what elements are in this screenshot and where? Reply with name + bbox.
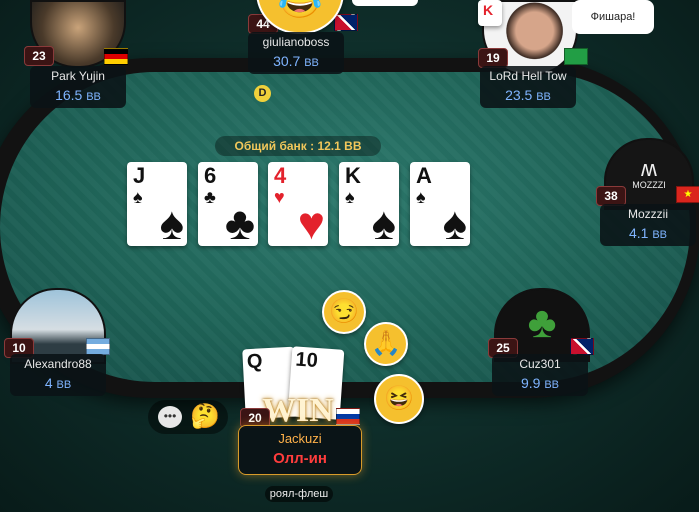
board-card-5: A ♠ ♠ [410, 162, 470, 249]
uk-flag-icon [334, 14, 358, 31]
player-name: Mozzzii [627, 207, 668, 221]
uk-flag-icon [570, 338, 594, 355]
player-name: Alexandro88 [24, 357, 92, 371]
level-badge: 23 [24, 46, 54, 66]
player-plate: giulianoboss 30.7 BB [248, 32, 344, 74]
player-stack: 16.5 BB [55, 87, 101, 103]
logo-icon: ʍ [641, 156, 657, 181]
card-suit-icon: ♠ [416, 187, 426, 207]
level-badge: 19 [478, 48, 508, 68]
card-rank: A [416, 163, 432, 188]
card-rank: 4 [274, 163, 287, 188]
player-plate: Park Yujin 16.5 BB [30, 66, 126, 108]
vietnam-flag-icon: ★ [676, 186, 699, 203]
player-plate: Cuz301 9.9 BB [492, 354, 588, 396]
player-plate: Alexandro88 4 BB [10, 354, 106, 396]
player-plate: Mozzzii 4.1 BB [600, 204, 696, 246]
smirk-emoji-icon: 😏 [322, 290, 366, 334]
player-name: giulianoboss [262, 35, 330, 49]
player-name: Park Yujin [51, 69, 105, 83]
pot-label: Общий банк : 12.1 BB [215, 136, 381, 156]
level-badge: 38 [596, 186, 626, 206]
spade-icon: ♠ [442, 197, 467, 249]
spade-icon: ♠ [371, 197, 396, 249]
card-suit-icon: ♣ [204, 187, 216, 207]
card-rank: J [133, 163, 146, 188]
player-stack: 30.7 BB [273, 53, 319, 69]
card-rank: 10 [294, 348, 319, 373]
chat-icon: ••• [158, 406, 182, 428]
grinning-emoji-icon: 😆 [374, 374, 424, 424]
dealer-button: D [254, 85, 271, 102]
heart-icon: ♥ [297, 197, 325, 249]
player-plate: LoRd Hell Tow 23.5 BB [480, 66, 576, 108]
board-card-3: 4 ♥ ♥ [268, 162, 328, 249]
player-stack: 4 BB [44, 375, 72, 391]
spade-icon: ♠ [159, 197, 184, 249]
player-stack: 9.9 BB [520, 375, 560, 391]
hero-name: Jackuzi [278, 431, 322, 446]
club-icon: ♣ [224, 197, 255, 249]
card-back: K [478, 0, 502, 26]
hero-status: Олл-ин [273, 450, 327, 467]
speech-bubble [352, 0, 418, 6]
board-card-4: K ♠ ♠ [339, 162, 399, 249]
brazil-flag-icon [564, 48, 588, 65]
thinking-emoji-icon: 🤔 [190, 403, 220, 430]
player-name: LoRd Hell Tow [489, 69, 567, 83]
board-card-1: J ♠ ♠ [127, 162, 187, 249]
player-stack: 4.1 BB [628, 225, 668, 241]
card-suit-icon: ♥ [274, 187, 285, 207]
card-rank: 6 [204, 163, 217, 188]
chat-emoji-button[interactable]: ••• 🤔 [148, 400, 228, 434]
germany-flag-icon [104, 48, 128, 65]
hero-plate: Jackuzi Олл-ин [238, 425, 362, 475]
card-suit-icon: ♠ [133, 187, 143, 207]
card-suit-icon: ♠ [345, 187, 355, 207]
hand-name-label: роял-флеш [265, 486, 333, 502]
card-rank: Q [246, 350, 263, 374]
card-rank: K [345, 163, 361, 188]
player-name: Cuz301 [519, 357, 561, 371]
chat-speech-bubble: Фишара! [572, 0, 654, 34]
russia-flag-icon [336, 408, 360, 425]
argentina-flag-icon [86, 338, 110, 355]
player-stack: 23.5 BB [505, 87, 551, 103]
board-card-2: 6 ♣ ♣ [198, 162, 258, 249]
pleading-emoji-icon: 🙏 [364, 322, 408, 366]
